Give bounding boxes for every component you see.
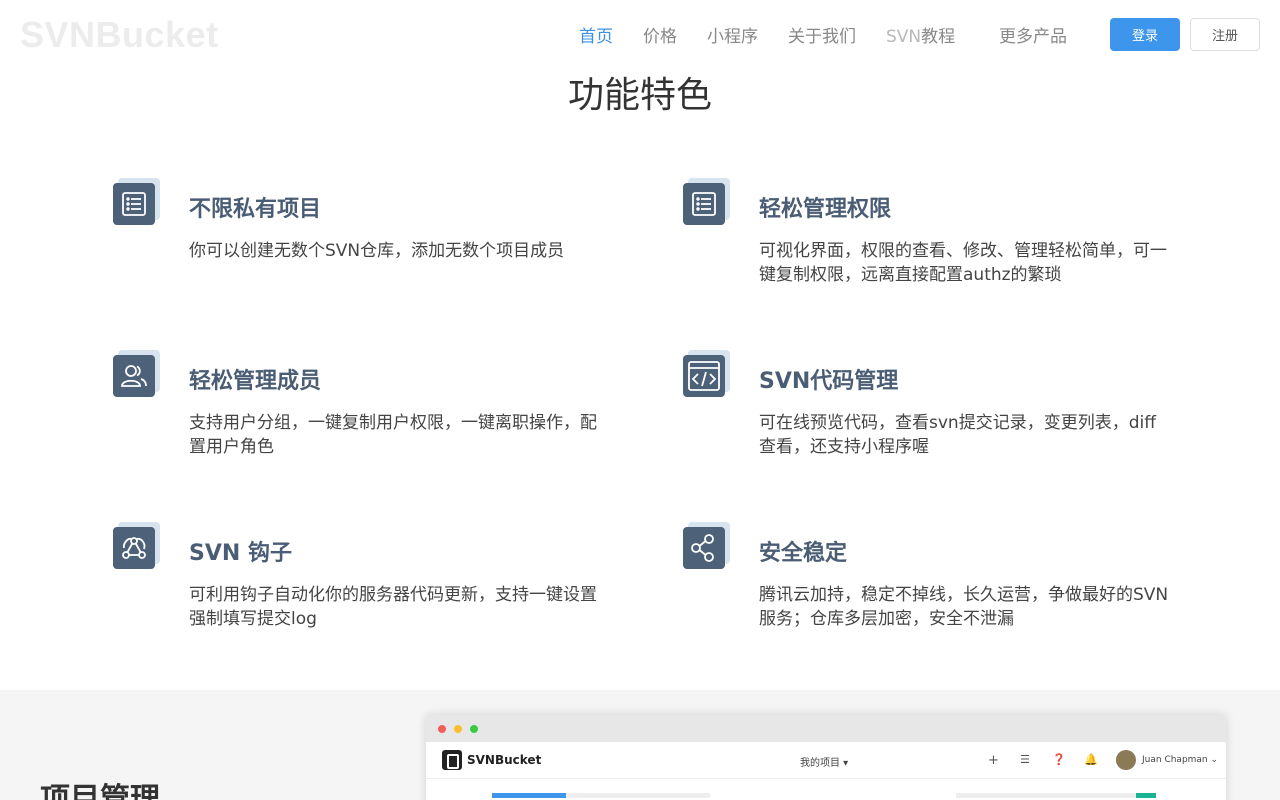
preview-search-button bbox=[1136, 793, 1156, 798]
nav-home[interactable]: 首页 bbox=[579, 22, 613, 47]
nav-tutorial[interactable]: SVN教程 bbox=[886, 22, 955, 47]
app-preview-window: SVNBucket 我的项目 ▾ + ☰ ❓ 🔔 Juan Chapman ⌄ bbox=[426, 715, 1226, 800]
feature-title: 轻松管理权限 bbox=[759, 197, 892, 222]
feature-title: SVN代码管理 bbox=[759, 369, 899, 394]
features-title: 功能特色 bbox=[567, 75, 712, 116]
bucket-icon bbox=[442, 750, 462, 770]
plus-icon: + bbox=[988, 753, 999, 768]
nav-tutorial-prefix: SVN bbox=[886, 27, 922, 47]
window-titlebar bbox=[426, 715, 1226, 742]
preview-logo-text: SVNBucket bbox=[467, 753, 542, 767]
feature-desc: 你可以创建无数个SVN仓库，添加无数个项目成员 bbox=[189, 241, 565, 261]
nav-more-products[interactable]: 更多产品 bbox=[999, 22, 1067, 47]
list-icon bbox=[683, 178, 731, 231]
share-icon bbox=[683, 522, 731, 575]
site-logo[interactable]: SVNBucket bbox=[20, 14, 219, 56]
preview-navbar: SVNBucket 我的项目 ▾ + ☰ ❓ 🔔 Juan Chapman ⌄ bbox=[426, 742, 1226, 779]
help-icon: ❓ bbox=[1052, 753, 1066, 766]
project-management-section: 项目管理 SVNBucket 我的项目 ▾ + ☰ ❓ 🔔 Juan Chapm… bbox=[0, 690, 1280, 800]
preview-search bbox=[956, 793, 1136, 798]
preview-user: Juan Chapman ⌄ bbox=[1116, 750, 1218, 770]
minimize-dot-icon bbox=[454, 725, 462, 733]
nav-tutorial-label: 教程 bbox=[921, 27, 956, 47]
list-icon: ☰ bbox=[1020, 753, 1030, 766]
feature-title: 轻松管理成员 bbox=[189, 369, 322, 394]
preview-logo: SVNBucket bbox=[442, 750, 541, 770]
feature-desc: 可在线预览代码，查看svn提交记录，变更列表，diff查看，还支持小程序喔 bbox=[759, 413, 1156, 457]
nav-about[interactable]: 关于我们 bbox=[788, 22, 856, 47]
feature-title: 不限私有项目 bbox=[189, 197, 322, 222]
list-icon bbox=[113, 178, 161, 231]
nav-mini-program[interactable]: 小程序 bbox=[707, 22, 758, 47]
bell-icon: 🔔 bbox=[1084, 753, 1098, 766]
webhook-icon bbox=[113, 522, 161, 575]
preview-tab bbox=[566, 793, 710, 798]
preview-username: Juan Chapman bbox=[1142, 755, 1208, 765]
preview-menu-label: 我的项目 bbox=[800, 758, 840, 769]
feature-title: 安全稳定 bbox=[759, 541, 848, 566]
feature-desc: 腾讯云加持，稳定不掉线，长久运营，争做最好的SVN服务；仓库多层加密，安全不泄漏 bbox=[759, 585, 1169, 629]
section-heading: 项目管理 bbox=[40, 782, 160, 800]
preview-menu: 我的项目 ▾ bbox=[800, 758, 849, 769]
feature-title: SVN 钩子 bbox=[189, 541, 292, 566]
users-icon bbox=[113, 350, 161, 403]
maximize-dot-icon bbox=[470, 725, 478, 733]
feature-desc: 支持用户分组，一键复制用户权限，一键离职操作，配置用户角色 bbox=[189, 413, 597, 457]
register-button[interactable]: 注册 bbox=[1190, 18, 1260, 51]
feature-desc: 可视化界面，权限的查看、修改、管理轻松简单，可一键复制权限，远离直接配置auth… bbox=[759, 241, 1167, 285]
feature-desc: 可利用钩子自动化你的服务器代码更新，支持一键设置强制填写提交log bbox=[189, 585, 597, 629]
code-icon bbox=[683, 350, 731, 403]
avatar bbox=[1116, 750, 1136, 770]
nav-pricing[interactable]: 价格 bbox=[643, 22, 677, 47]
close-dot-icon bbox=[438, 725, 446, 733]
top-header: SVNBucket 首页 价格 小程序 关于我们 SVN教程 更多产品 登录 注… bbox=[0, 0, 1280, 68]
preview-tab-active bbox=[492, 793, 566, 798]
login-button[interactable]: 登录 bbox=[1110, 18, 1180, 51]
